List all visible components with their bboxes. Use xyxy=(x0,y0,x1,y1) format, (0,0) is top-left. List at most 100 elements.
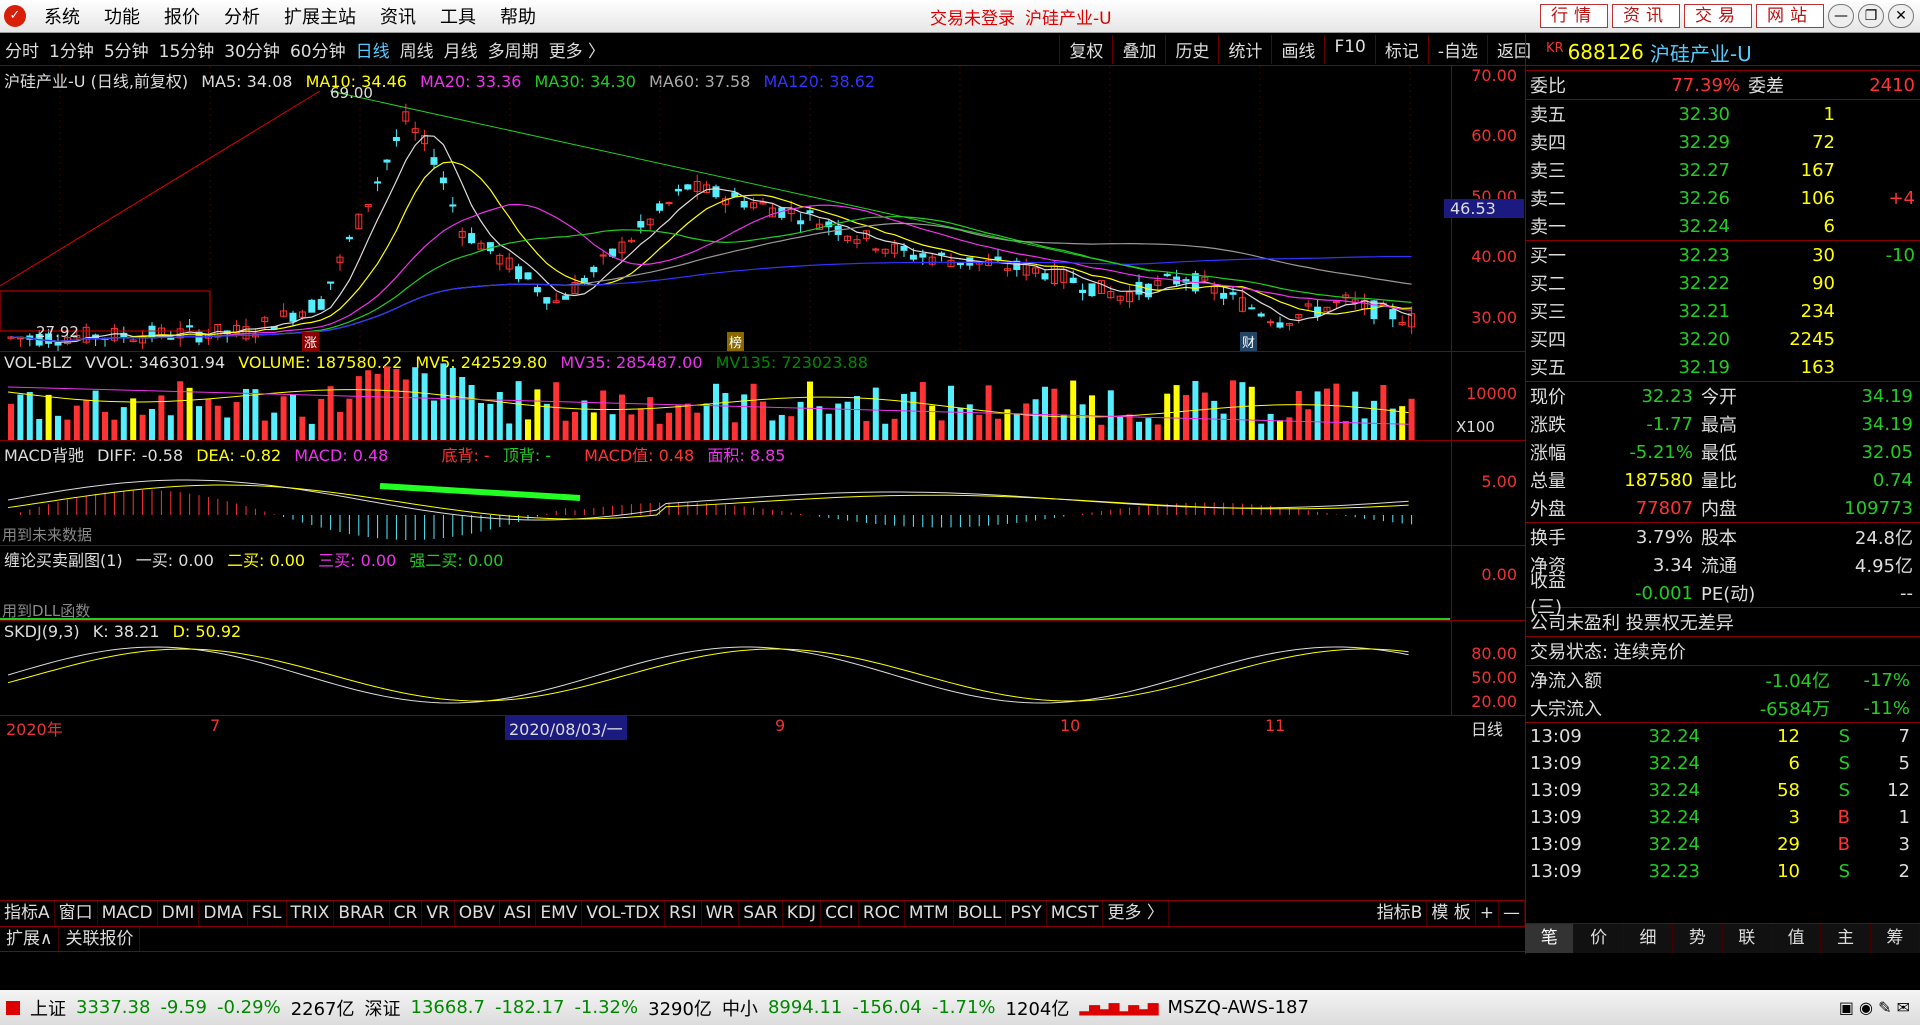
marker-limitup[interactable]: 涨 xyxy=(302,332,320,351)
tick-list[interactable]: 13:09 32.24 12 S 7 13:09 32.24 6 S 5 13:09 32.24 58 S… xyxy=(1526,723,1920,885)
menu-analysis[interactable]: 分析 xyxy=(212,3,272,29)
indicator-more[interactable]: 更多 〉 xyxy=(1103,901,1169,926)
candle xyxy=(327,281,335,284)
tool-mark-button[interactable]: 标记 xyxy=(1374,35,1428,64)
indicator-tab[interactable]: VOL-TDX xyxy=(582,901,665,926)
buy-row[interactable]: 买四 32.20 2245 xyxy=(1526,325,1920,353)
marker-finance[interactable]: 财 xyxy=(1240,332,1258,351)
tab-detail[interactable]: 细 xyxy=(1624,924,1674,953)
indicator-tab[interactable]: 窗口 xyxy=(55,901,98,926)
website-button[interactable]: 网站 xyxy=(1756,4,1824,28)
period-tab[interactable]: 多周期 xyxy=(483,37,544,62)
tray-icons[interactable]: ▣ ◉ ✎ ✉ xyxy=(1839,998,1910,1017)
indicator-tab[interactable]: EMV xyxy=(536,901,583,926)
tab-price[interactable]: 价 xyxy=(1574,924,1624,953)
indicator-tab[interactable]: CCI xyxy=(821,901,859,926)
tab-link[interactable]: 联 xyxy=(1723,924,1772,953)
tool-history-button[interactable]: 历史 xyxy=(1165,35,1218,64)
tool-stats-button[interactable]: 统计 xyxy=(1218,35,1271,64)
indicator-tab[interactable]: BRAR xyxy=(334,901,390,926)
menu-news[interactable]: 资讯 xyxy=(368,3,428,29)
tick-side: S xyxy=(1838,780,1850,801)
volume-chart[interactable] xyxy=(0,352,1450,440)
period-more[interactable]: 更多 〉 xyxy=(544,37,610,62)
sell-row[interactable]: 卖四 32.29 72 xyxy=(1526,128,1920,156)
indicator-tab[interactable]: OBV xyxy=(455,901,500,926)
indicator-tab[interactable]: RSI xyxy=(665,901,702,926)
sell-row[interactable]: 卖三 32.27 167 xyxy=(1526,156,1920,184)
period-tab[interactable]: 月线 xyxy=(439,37,483,62)
menu-help[interactable]: 帮助 xyxy=(488,3,548,29)
sh-label[interactable]: 上证 xyxy=(30,995,66,1021)
tab-trades[interactable]: 笔 xyxy=(1525,924,1575,953)
indicator-tab[interactable]: MACD xyxy=(98,901,158,926)
indicator-tab[interactable]: SAR xyxy=(739,901,783,926)
restore-icon[interactable]: ❐ xyxy=(1858,4,1884,28)
indicator-tab[interactable]: MTM xyxy=(905,901,954,926)
indicator-tab[interactable]: 指标A xyxy=(0,901,55,926)
buy-row[interactable]: 买五 32.19 163 xyxy=(1526,353,1920,381)
marker-board[interactable]: 榜 xyxy=(727,332,745,351)
add-window-button[interactable]: + xyxy=(1476,901,1499,926)
tool-watchlist-button[interactable]: -自选 xyxy=(1427,35,1487,64)
sell-row[interactable]: 卖一 32.24 6 xyxy=(1526,212,1920,240)
skdj-chart[interactable] xyxy=(0,620,1450,715)
close-icon[interactable]: ✕ xyxy=(1888,4,1914,28)
period-tab[interactable]: 1分钟 xyxy=(44,37,99,62)
menu-ext-main[interactable]: 扩展主站 xyxy=(272,3,368,29)
indicator-tab[interactable]: DMA xyxy=(199,901,248,926)
price-tick: 60.00 xyxy=(1471,126,1517,145)
period-tab-daily[interactable]: 日线 xyxy=(351,37,395,62)
menu-function[interactable]: 功能 xyxy=(92,3,152,29)
indicator-tab[interactable]: CR xyxy=(390,901,423,926)
indicator-tab[interactable]: BOLL xyxy=(954,901,1007,926)
menu-system[interactable]: 系统 xyxy=(32,3,92,29)
chart-area[interactable]: 沪硅产业-U (日线,前复权) MA5: 34.08 MA10: 34.46 M… xyxy=(0,66,1525,904)
tool-draw-button[interactable]: 画线 xyxy=(1271,35,1324,64)
tab-main[interactable]: 主 xyxy=(1821,924,1871,953)
indicator-tab[interactable]: PSY xyxy=(1006,901,1047,926)
period-tab[interactable]: 15分钟 xyxy=(154,37,220,62)
period-tab[interactable]: 5分钟 xyxy=(99,37,154,62)
indicator-tab[interactable]: FSL xyxy=(248,901,287,926)
buy-row[interactable]: 买一 32.23 30 -10 xyxy=(1526,241,1920,269)
sz-label[interactable]: 深证 xyxy=(365,995,401,1021)
remove-window-button[interactable]: — xyxy=(1499,901,1525,926)
indicator-tab[interactable]: ASI xyxy=(500,901,537,926)
related-quote-tab[interactable]: 关联报价 xyxy=(59,927,141,951)
extension-toggle[interactable]: 扩展∧ xyxy=(0,927,60,951)
indicator-tab[interactable]: DMI xyxy=(158,901,200,926)
menu-quote[interactable]: 报价 xyxy=(152,3,212,29)
tab-chips[interactable]: 筹 xyxy=(1871,924,1920,953)
buy-row[interactable]: 买三 32.21 234 xyxy=(1526,297,1920,325)
candlestick-chart[interactable] xyxy=(0,66,1450,351)
tab-trend[interactable]: 势 xyxy=(1673,924,1723,953)
menu-tools[interactable]: 工具 xyxy=(428,3,488,29)
template-tab[interactable]: 模 板 xyxy=(1427,901,1476,926)
period-tab[interactable]: 分时 xyxy=(0,37,44,62)
sell-row[interactable]: 卖二 32.26 106 +4 xyxy=(1526,184,1920,212)
news-button[interactable]: 资讯 xyxy=(1612,4,1680,28)
indicator-tab[interactable]: VR xyxy=(422,901,455,926)
quote-button[interactable]: 行情 xyxy=(1540,4,1608,28)
macd-chart[interactable] xyxy=(0,440,1450,545)
period-tab[interactable]: 30分钟 xyxy=(219,37,285,62)
indicator-tab[interactable]: TRIX xyxy=(287,901,335,926)
sell-row[interactable]: 卖五 32.30 1 xyxy=(1526,100,1920,128)
indicator-tab[interactable]: MCST xyxy=(1047,901,1104,926)
flow-value: -6584万 xyxy=(1759,699,1830,720)
tool-adjust-button[interactable]: 复权 xyxy=(1059,35,1112,64)
period-tab[interactable]: 60分钟 xyxy=(285,37,351,62)
zx-label[interactable]: 中小 xyxy=(722,995,758,1021)
indicator-tab[interactable]: KDJ xyxy=(783,901,822,926)
period-tab[interactable]: 周线 xyxy=(395,37,439,62)
buy-row[interactable]: 买二 32.22 90 xyxy=(1526,269,1920,297)
trade-button[interactable]: 交易 xyxy=(1684,4,1752,28)
tab-value[interactable]: 值 xyxy=(1772,924,1822,953)
indicator-b-tab[interactable]: 指标B xyxy=(1373,901,1428,926)
minimize-icon[interactable]: — xyxy=(1828,4,1854,28)
tool-overlay-button[interactable]: 叠加 xyxy=(1112,35,1165,64)
tool-f10-button[interactable]: F10 xyxy=(1324,35,1374,64)
indicator-tab[interactable]: ROC xyxy=(859,901,905,926)
indicator-tab[interactable]: WR xyxy=(702,901,740,926)
